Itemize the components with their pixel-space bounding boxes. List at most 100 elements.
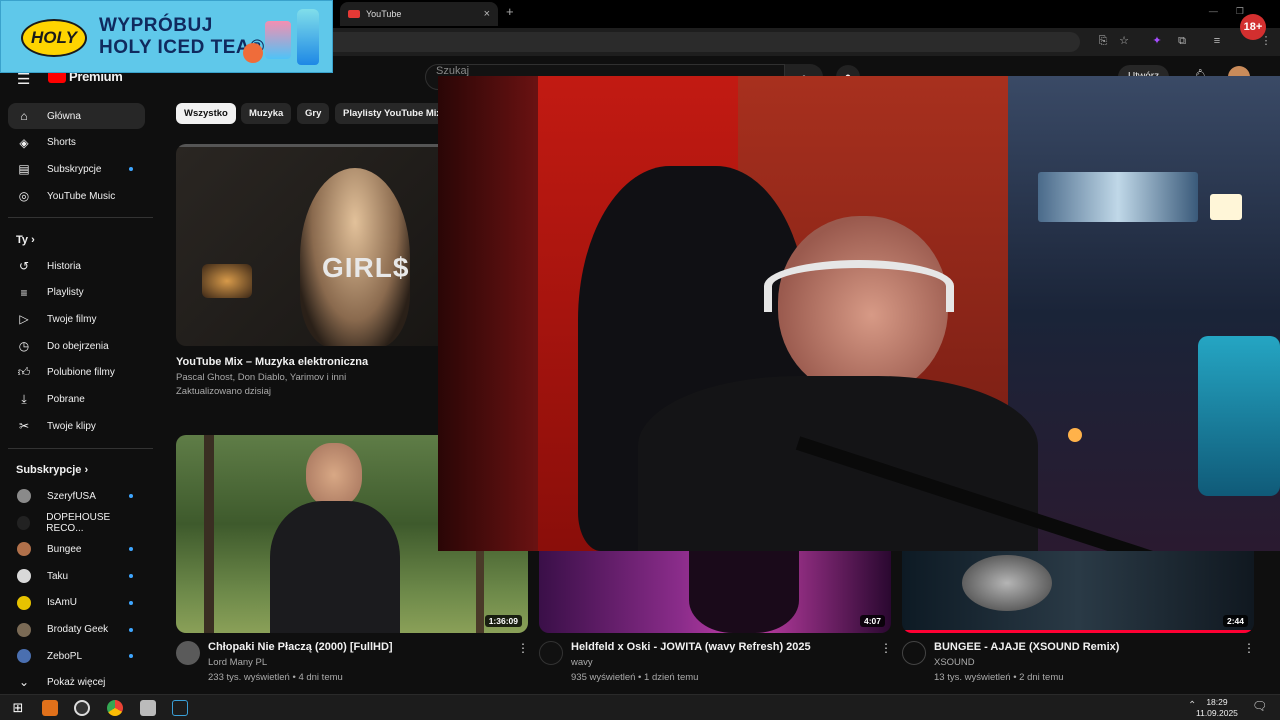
chip-music[interactable]: Muzyka	[241, 103, 292, 124]
sidebar-item-you-3[interactable]: ◷ Do obejrzenia	[8, 333, 145, 359]
channel-avatar-3[interactable]	[902, 641, 926, 665]
sidebar-item-label: Subskrypcje	[47, 163, 102, 175]
sidebar-item-label: Historia	[47, 260, 81, 272]
chip-games[interactable]: Gry	[297, 103, 330, 124]
chip-youtube-mix[interactable]: Playlisty YouTube Mix	[335, 103, 450, 124]
sidebar-item-you-5[interactable]: ⤓ Pobrane	[8, 387, 145, 413]
more-options-icon[interactable]: ⋮	[880, 641, 892, 655]
sidebar-item-you-2[interactable]: ▷ Twoje filmy	[8, 306, 145, 332]
mix-title[interactable]: YouTube Mix – Muzyka elektroniczna	[176, 356, 368, 368]
new-tab-button[interactable]: +	[506, 4, 514, 19]
sidebar-item-label: Twoje klipy	[47, 420, 96, 432]
mix-updated: Zaktualizowano dzisiaj	[176, 386, 272, 397]
show-more-label: Pokaż więcej	[47, 676, 106, 688]
your-videos-icon: ▷	[19, 312, 29, 327]
maximize-icon[interactable]: ❐	[1236, 6, 1244, 17]
tab-close-icon[interactable]: ×	[484, 8, 490, 20]
new-content-dot	[129, 494, 133, 498]
address-bar[interactable]	[220, 32, 1080, 52]
holy-iced-tea-ad[interactable]: HOLY WYPRÓBUJ HOLY ICED TEA®	[0, 0, 333, 73]
tab-youtube[interactable]: YouTube ×	[340, 2, 498, 26]
video-thumbnail-2[interactable]: 4:07	[539, 551, 891, 633]
sidebar-item-you-4[interactable]: 👍︎ Polubione filmy	[8, 360, 145, 386]
duration-badge: 1:36:09	[484, 615, 522, 627]
chip-all[interactable]: Wszystko	[176, 103, 236, 124]
chevron-right-icon: ›	[84, 464, 89, 476]
notification-center-icon[interactable]: 🗨︎	[1252, 699, 1267, 713]
app-icon-window[interactable]	[140, 700, 156, 716]
new-content-dot	[129, 654, 133, 659]
video-title-2[interactable]: Heldfeld x Oski - JOWITA (wavy Refresh) …	[571, 641, 811, 653]
minimize-icon[interactable]: —	[1209, 6, 1218, 17]
video-miniplayer[interactable]	[438, 76, 1280, 551]
orange-light	[1068, 428, 1082, 442]
grapefruit-image	[243, 43, 263, 63]
app-icon-terminal[interactable]	[172, 700, 188, 716]
channel-avatar	[17, 489, 31, 503]
install-app-icon[interactable]: ⎘	[1096, 34, 1110, 48]
watch-progress-bar	[902, 630, 1254, 633]
sidebar-item-you-1[interactable]: ≡ Playlisty	[8, 280, 145, 306]
clock-time: 18:29	[1206, 697, 1228, 707]
sidebar-item-sub-6[interactable]: ZeboPL	[8, 643, 145, 669]
age-18-badge: 18+	[1240, 14, 1266, 40]
more-options-icon[interactable]: ⋮	[517, 641, 529, 655]
sidebar-item-label: Brodaty Geek	[47, 624, 109, 635]
sidebar-item-sub-4[interactable]: IsAmU	[8, 590, 145, 616]
system-clock[interactable]: 18:29 11.09.2025	[1196, 697, 1238, 719]
new-content-dot	[129, 167, 133, 172]
history-icon: ↺	[18, 259, 30, 273]
video-title-3[interactable]: BUNGEE - AJAJE (XSOUND Remix)	[934, 641, 1119, 653]
show-more-button[interactable]: ⌄ Pokaż więcej	[8, 669, 145, 695]
actor-jacket	[270, 501, 400, 633]
video-channel-1[interactable]: Lord Many PL	[208, 657, 267, 668]
subs-header-label: Subskrypcje	[16, 464, 82, 476]
sidebar-item-sub-5[interactable]: Brodaty Geek	[8, 617, 145, 643]
you-section-header[interactable]: Ty ›	[16, 234, 35, 246]
clips-icon: ✂	[18, 419, 30, 434]
chevron-right-icon: ›	[31, 234, 35, 246]
sidebar-item-main-2[interactable]: ▤ Subskrypcje	[8, 156, 145, 182]
app-icon-orange[interactable]	[42, 700, 58, 716]
download-icon: ⤓	[21, 392, 27, 406]
channel-avatar	[17, 649, 31, 664]
app-icon-circle[interactable]	[74, 700, 90, 716]
video-channel-3[interactable]: XSOUND	[934, 657, 975, 668]
channel-avatar-1[interactable]	[176, 641, 200, 665]
lamp-glow	[202, 264, 252, 298]
chrome-icon[interactable]	[107, 700, 123, 716]
windows-start-icon[interactable]: ⊞	[10, 700, 26, 716]
video-channel-2[interactable]: wavy	[571, 657, 593, 668]
video-title-1[interactable]: Chłopaki Nie Płaczą (2000) [FullHD]	[208, 641, 393, 653]
sidebar-item-sub-0[interactable]: SzeryfUSA	[8, 483, 145, 509]
more-options-icon[interactable]: ⋮	[1243, 641, 1255, 655]
sidebar-divider	[8, 448, 153, 449]
sidebar-divider	[8, 217, 153, 218]
sidebar-item-sub-3[interactable]: Taku	[8, 563, 145, 589]
new-content-dot	[129, 627, 133, 632]
sidebar-item-label: Polubione filmy	[47, 367, 115, 379]
extensions-puzzle-icon[interactable]: ⧉	[1175, 34, 1189, 48]
sidebar-item-main-0[interactable]: ⌂ Główna	[8, 103, 145, 129]
sidebar-item-sub-1[interactable]: DOPEHOUSE RECO...	[8, 510, 145, 536]
sidebar-item-main-3[interactable]: ◎ YouTube Music	[8, 183, 145, 209]
watch-later-icon: ◷	[18, 339, 30, 354]
video-thumbnail-3[interactable]: 2:44	[902, 551, 1254, 633]
channel-avatar	[17, 515, 31, 530]
channel-avatar	[17, 569, 31, 584]
product-can-image	[265, 21, 291, 59]
subscriptions-section-header[interactable]: Subskrypcje ›	[16, 464, 88, 476]
sidebar-item-you-6[interactable]: ✂ Twoje klipy	[8, 413, 145, 439]
bookmark-star-icon[interactable]: ☆	[1117, 34, 1131, 48]
shorts-icon: ◈	[19, 135, 29, 150]
media-control-icon[interactable]: ≡	[1210, 34, 1224, 48]
ad-headline-2: HOLY ICED TEA®	[99, 37, 265, 58]
sidebar-item-sub-2[interactable]: Bungee	[8, 536, 145, 562]
sidebar-item-you-0[interactable]: ↺ Historia	[8, 253, 145, 279]
channel-avatar-2[interactable]	[539, 641, 563, 665]
sidebar-item-main-1[interactable]: ◈ Shorts	[8, 130, 145, 156]
sidebar-item-label: ZeboPL	[47, 650, 83, 662]
extension-icon[interactable]: ✦	[1150, 34, 1164, 48]
sidebar-item-label: YouTube Music	[47, 190, 116, 202]
new-content-dot	[129, 574, 133, 579]
